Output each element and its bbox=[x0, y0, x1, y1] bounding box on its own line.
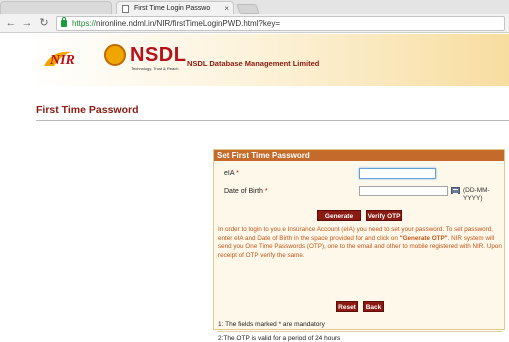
url-text: https://nironline.ndml.in/NIR/firstTimeL… bbox=[72, 19, 280, 28]
dob-input[interactable] bbox=[359, 186, 448, 196]
dob-label-text: Date of Birth bbox=[224, 188, 263, 195]
generate-otp-button[interactable]: Generate OTP bbox=[317, 210, 361, 231]
url-path: nironline.ndml.in/NIR/firstTimeLoginPWD.… bbox=[96, 19, 281, 28]
page-content: NIR NSDL Technology, Trust & Reach NSDL … bbox=[0, 34, 509, 342]
browser-tab-background[interactable] bbox=[0, 1, 112, 14]
nsdl-logo-text: NSDL bbox=[130, 44, 187, 66]
dob-format-hint: (DD-MM-YYYY) bbox=[463, 187, 490, 202]
tab-close-icon[interactable]: × bbox=[224, 4, 229, 13]
site-header-banner: NIR NSDL Technology, Trust & Reach NSDL … bbox=[30, 34, 509, 86]
back-arrow-icon[interactable]: ← bbox=[4, 16, 18, 30]
required-mark: * bbox=[264, 188, 268, 195]
verify-otp-button[interactable]: Verify OTP bbox=[366, 210, 402, 221]
eia-label-text: eIA bbox=[224, 170, 235, 177]
company-name: NSDL Database Management Limited bbox=[187, 59, 320, 68]
panel-heading: Set First Time Password bbox=[214, 150, 504, 161]
note-otp-validity: 2:The OTP is valid for a period of 24 ho… bbox=[218, 335, 341, 342]
tab-title: First Time Login Passwo bbox=[134, 5, 211, 12]
instructions-text: In order to login to you e Insurance Acc… bbox=[218, 226, 503, 260]
new-tab-button[interactable] bbox=[236, 4, 260, 14]
dob-label: Date of Birth * bbox=[224, 188, 268, 195]
browser-toolbar: ← → ↻ https://nironline.ndml.in/NIR/firs… bbox=[0, 14, 509, 33]
set-password-panel: Set First Time Password eIA * Date of Bi… bbox=[213, 149, 505, 342]
calendar-icon[interactable] bbox=[451, 187, 460, 194]
nsdl-tagline: Technology, Trust & Reach bbox=[131, 66, 179, 71]
nsdl-emblem-icon bbox=[104, 44, 126, 66]
required-mark: * bbox=[236, 170, 239, 177]
forward-arrow-icon[interactable]: → bbox=[20, 16, 34, 30]
title-divider bbox=[36, 120, 509, 121]
eia-label: eIA * bbox=[224, 170, 239, 177]
note-divider bbox=[217, 331, 502, 332]
browser-tab-strip: First Time Login Passwo × bbox=[0, 0, 509, 15]
nir-logo-text: NIR bbox=[49, 53, 75, 68]
page-title: First Time Password bbox=[36, 104, 139, 116]
reload-icon[interactable]: ↻ bbox=[37, 16, 51, 30]
instructions-emphasis: "Generate OTP" bbox=[399, 234, 448, 242]
eia-input[interactable] bbox=[359, 168, 436, 179]
browser-tab-active[interactable]: First Time Login Passwo × bbox=[116, 1, 234, 15]
reset-button[interactable]: Reset bbox=[336, 301, 358, 312]
url-protocol: https:// bbox=[72, 19, 97, 28]
page-icon bbox=[122, 5, 129, 13]
address-bar[interactable]: https://nironline.ndml.in/NIR/firstTimeL… bbox=[56, 16, 505, 31]
note-mandatory-fields: 1: The fields marked * are mandatory bbox=[218, 321, 325, 328]
lock-icon bbox=[61, 17, 67, 27]
back-button[interactable]: Back bbox=[363, 301, 384, 312]
nir-logo: NIR bbox=[44, 51, 75, 68]
